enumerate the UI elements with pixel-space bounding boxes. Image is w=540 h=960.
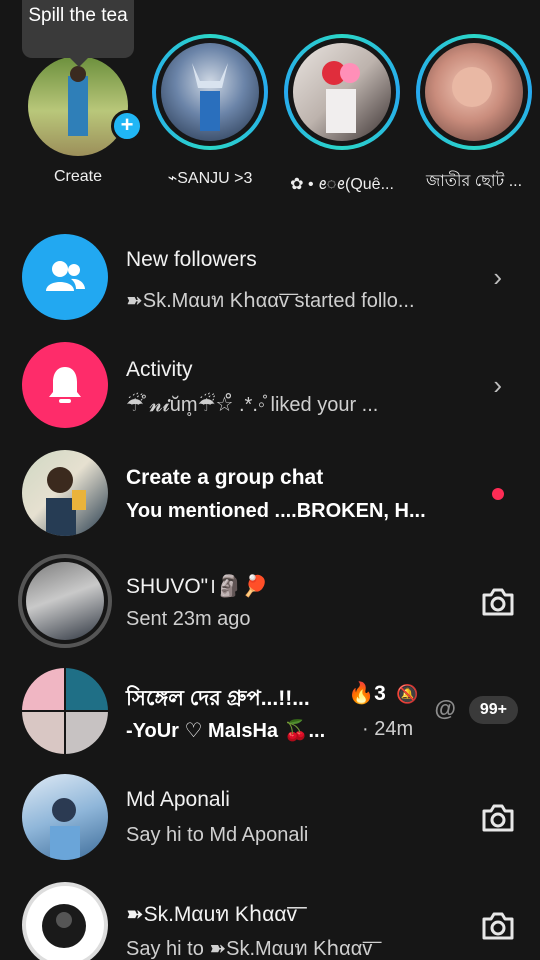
- story-name: জাতীর ছোট ...: [425, 173, 523, 190]
- story-avatar: [425, 43, 523, 141]
- row-title: Create a group chat: [126, 466, 324, 489]
- list-item-skmaun[interactable]: ➽Sk.Mαuท Kհααv͞ Say hi to ➽Sk.Mαuท Kհααv…: [0, 872, 540, 960]
- chevron-right-icon: ›: [493, 370, 502, 400]
- list-item-aponali[interactable]: Md Aponali Say hi to Md Aponali: [0, 764, 540, 874]
- story-avatar: [293, 43, 391, 141]
- camera-icon[interactable]: [480, 908, 516, 944]
- note-bubble[interactable]: Spill the tea: [22, 0, 134, 67]
- unread-badge: 99+: [468, 696, 518, 724]
- group-avatar: [22, 668, 108, 754]
- story-name: Create: [53, 168, 103, 185]
- my-avatar: [28, 56, 128, 156]
- avatar: [18, 554, 112, 648]
- chevron-right-icon: ›: [493, 262, 502, 292]
- add-story-icon[interactable]: +: [111, 110, 143, 142]
- row-title: Md Aponali: [126, 788, 230, 811]
- list-item-new-followers[interactable]: New followers ➽Sk.Mαuท Kհααv͞ started fo…: [0, 222, 540, 332]
- row-title: SHUVO"।🗿🏓: [126, 575, 269, 598]
- streak-count: 🔥3: [348, 682, 386, 705]
- story-name: ✿ • ꫀ◌ꫀ(Quê...: [290, 176, 394, 193]
- mention-icon: @: [434, 696, 456, 721]
- camera-icon[interactable]: [480, 584, 516, 620]
- row-subtitle: You mentioned ....BROKEN, H...: [126, 500, 426, 522]
- avatar: [22, 450, 108, 536]
- list-item-activity[interactable]: Activity ☔̊ 𝓷𝓲ŭm̥☔☆̊ .*.◦̊ liked your ..…: [0, 330, 540, 440]
- followers-icon: [22, 234, 108, 320]
- story-item[interactable]: ⌁SANJU >3: [150, 34, 270, 187]
- row-subtitle: ➽Sk.Mαuท Kհααv͞ started follo...: [126, 290, 415, 312]
- mute-icon: 🔕: [396, 684, 419, 704]
- avatar: [22, 774, 108, 860]
- row-time: · 24m: [362, 718, 414, 740]
- row-title: Activity: [126, 358, 193, 381]
- row-subtitle: Say hi to ➽Sk.Mαuท Kհααv͞: [126, 938, 373, 960]
- row-title: ➽Sk.Mαuท Kհααv͞: [126, 903, 298, 926]
- story-avatar: [161, 43, 259, 141]
- row-subtitle: ☔̊ 𝓷𝓲ŭm̥☔☆̊ .*.◦̊ liked your ...: [126, 394, 379, 416]
- story-item[interactable]: ✿ • ꫀ◌ꫀ(Quê...: [282, 34, 402, 193]
- row-title: সিঙ্গেল দের গ্রুপ...!!...: [126, 687, 310, 710]
- story-name: ⌁SANJU >3: [167, 170, 253, 187]
- row-subtitle: Say hi to Md Aponali: [126, 824, 309, 846]
- list-item-group-chat[interactable]: Create a group chat You mentioned ....BR…: [0, 440, 540, 550]
- row-subtitle: Sent 23m ago: [126, 608, 251, 630]
- list-item-shuvo[interactable]: SHUVO"।🗿🏓 Sent 23m ago: [0, 548, 540, 658]
- row-subtitle: -YoUr ♡ MaIsHa 🍒...: [126, 720, 326, 742]
- unread-dot: [492, 488, 504, 500]
- camera-icon[interactable]: [480, 800, 516, 836]
- list-item-group[interactable]: সিঙ্গেল দের গ্রুপ...!!... 🔥3 🔕 -YoUr ♡ M…: [0, 658, 540, 768]
- avatar: [22, 882, 108, 960]
- bell-icon: [22, 342, 108, 428]
- row-title: New followers: [126, 248, 257, 271]
- stories-row: + Create Spill the tea ⌁SANJU >3 ✿ • ꫀ◌ꫀ…: [0, 0, 540, 200]
- story-item[interactable]: জাতীর ছোট ...: [414, 34, 534, 190]
